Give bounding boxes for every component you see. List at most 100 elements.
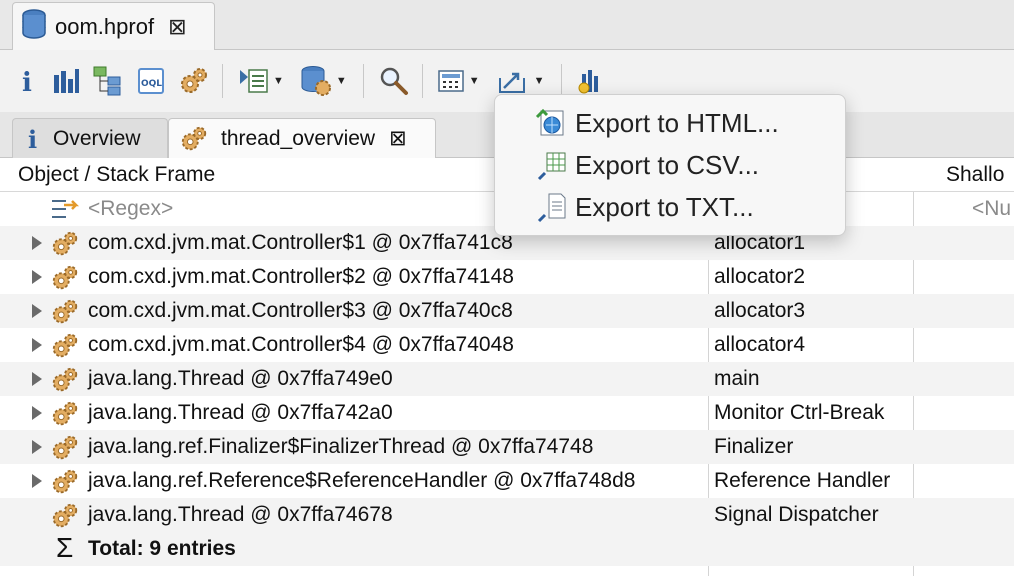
table-row[interactable]: com.cxd.jvm.mat.Controller$3 @ 0x7ffa740…	[0, 294, 1014, 328]
svg-text:i: i	[28, 125, 37, 153]
sigma-icon: Σ	[56, 532, 74, 563]
dominator-tree-icon	[93, 66, 121, 96]
total-label: Total: 9 entries	[88, 537, 236, 560]
chevron-down-icon: ▼	[273, 75, 284, 87]
object-cell: com.cxd.jvm.mat.Controller$3 @ 0x7ffa740…	[88, 299, 513, 322]
table-row[interactable]: java.lang.Thread @ 0x7ffa74678 Signal Dis…	[0, 498, 1014, 532]
html-export-icon	[535, 107, 569, 139]
calculate-dropdown-button[interactable]: ▼	[437, 61, 480, 101]
histogram-button[interactable]	[52, 61, 80, 101]
object-cell: com.cxd.jvm.mat.Controller$1 @ 0x7ffa741…	[88, 231, 513, 254]
tab-label: Overview	[53, 126, 141, 150]
toolbar-separator	[560, 64, 562, 98]
thread-gear-icon	[50, 399, 80, 434]
expand-arrow-icon[interactable]	[32, 236, 42, 250]
thread-name-cell: allocator2	[714, 265, 806, 288]
toolbar-separator	[222, 64, 223, 98]
editor-tab-label: oom.hprof	[55, 13, 155, 39]
svg-text:OQL: OQL	[141, 79, 162, 89]
thread-gear-icon	[50, 229, 80, 264]
expand-arrow-icon[interactable]	[32, 372, 42, 386]
regex-input[interactable]: <Regex>	[88, 197, 173, 221]
thread-gear-icon	[50, 263, 80, 298]
table-row[interactable]: java.lang.ref.Finalizer$FinalizerThread …	[0, 430, 1014, 464]
layout-dropdown-button[interactable]: ▼	[237, 61, 284, 101]
toolbar-separator	[362, 64, 364, 98]
database-gear-icon	[301, 66, 331, 96]
expand-arrow-icon[interactable]	[32, 474, 42, 488]
layout-icon	[240, 69, 268, 93]
object-cell: com.cxd.jvm.mat.Controller$4 @ 0x7ffa740…	[88, 333, 514, 356]
expand-arrow-icon[interactable]	[32, 304, 42, 318]
chevron-down-icon: ▼	[533, 75, 545, 87]
tab-overview[interactable]: i Overview	[12, 118, 168, 158]
export-menu: Export to HTML... Export to CSV... Expor…	[494, 94, 846, 236]
gear-icon	[181, 126, 207, 150]
thread-name-cell: allocator4	[714, 333, 806, 356]
object-cell: java.lang.Thread @ 0x7ffa742a0	[88, 401, 393, 424]
menu-item-label: Export to CSV...	[575, 149, 760, 180]
info-icon: i	[28, 125, 37, 153]
heap-dump-icon	[21, 9, 47, 44]
column-header-object[interactable]: Object / Stack Frame	[18, 158, 215, 192]
thread-name-cell: allocator3	[714, 299, 806, 322]
info-button[interactable]: i	[18, 61, 40, 101]
menu-item-export-txt[interactable]: Export to TXT...	[495, 186, 845, 228]
toolbar-separator	[421, 64, 423, 98]
search-icon	[380, 67, 408, 95]
dominator-tree-button[interactable]	[92, 61, 124, 101]
table-row[interactable]: java.lang.ref.Reference$ReferenceHandler…	[0, 464, 1014, 498]
oql-button[interactable]: OQL	[136, 61, 166, 101]
leak-suspects-icon	[578, 70, 598, 94]
total-row: Σ Total: 9 entries	[0, 532, 1014, 566]
expand-arrow-icon[interactable]	[32, 270, 42, 284]
object-cell: java.lang.Thread @ 0x7ffa74678	[88, 503, 393, 526]
close-icon[interactable]: ⊠	[389, 126, 407, 151]
object-cell: java.lang.ref.Finalizer$FinalizerThread …	[88, 435, 594, 458]
menu-item-label: Export to TXT...	[575, 191, 754, 222]
svg-text:i: i	[22, 68, 32, 96]
gear-icon	[181, 68, 207, 93]
close-icon[interactable]: ⊠	[168, 14, 186, 40]
thread-gear-icon	[50, 297, 80, 332]
filter-icon	[50, 195, 84, 228]
thread-overview-button[interactable]	[178, 61, 210, 101]
shallow-filter-input[interactable]: <Nu	[972, 197, 1011, 221]
thread-name-cell: Monitor Ctrl-Break	[714, 401, 885, 424]
expand-arrow-icon[interactable]	[32, 440, 42, 454]
table-row[interactable]: java.lang.Thread @ 0x7ffa742a0 Monitor Ct…	[0, 396, 1014, 430]
tab-thread-overview[interactable]: thread_overview ⊠	[168, 118, 436, 158]
table-row[interactable]: com.cxd.jvm.mat.Controller$2 @ 0x7ffa741…	[0, 260, 1014, 294]
expand-arrow-icon[interactable]	[32, 338, 42, 352]
menu-item-export-html[interactable]: Export to HTML...	[495, 102, 845, 144]
info-icon: i	[22, 68, 32, 96]
menu-item-label: Export to HTML...	[575, 107, 779, 138]
editor-tab-strip: oom.hprof ⊠	[0, 0, 1014, 50]
thread-name-cell: Finalizer	[714, 435, 794, 458]
menu-item-export-csv[interactable]: Export to CSV...	[495, 144, 845, 186]
thread-gear-icon	[50, 501, 80, 536]
object-cell: com.cxd.jvm.mat.Controller$2 @ 0x7ffa741…	[88, 265, 514, 288]
thread-name-cell: Signal Dispatcher	[714, 503, 879, 526]
table-body: com.cxd.jvm.mat.Controller$1 @ 0x7ffa741…	[0, 226, 1014, 532]
object-cell: java.lang.ref.Reference$ReferenceHandler…	[88, 469, 636, 492]
search-button[interactable]	[378, 61, 410, 101]
histogram-icon	[54, 69, 79, 93]
tab-label: thread_overview	[221, 126, 376, 150]
thread-gear-icon	[50, 433, 80, 468]
thread-name-cell: Reference Handler	[714, 469, 891, 492]
chevron-down-icon: ▼	[468, 75, 480, 87]
table-row[interactable]: java.lang.Thread @ 0x7ffa749e0 main	[0, 362, 1014, 396]
table-row[interactable]: com.cxd.jvm.mat.Controller$4 @ 0x7ffa740…	[0, 328, 1014, 362]
oql-icon: OQL	[138, 68, 164, 94]
heap-dump-dropdown-button[interactable]: ▼	[300, 61, 347, 101]
thread-gear-icon	[50, 331, 80, 366]
csv-export-icon	[535, 149, 569, 181]
column-header-shallow[interactable]: Shallo	[946, 158, 1004, 192]
expand-arrow-icon[interactable]	[32, 406, 42, 420]
calculator-icon	[438, 70, 464, 92]
thread-name-cell: main	[714, 367, 760, 390]
txt-export-icon	[535, 191, 569, 223]
editor-tab-oom-hprof[interactable]: oom.hprof ⊠	[12, 2, 215, 50]
export-icon	[498, 72, 525, 93]
